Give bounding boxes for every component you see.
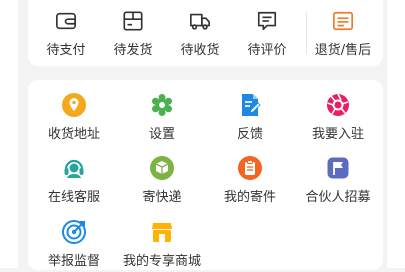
aperture-icon: [327, 93, 349, 116]
service-merchant-join[interactable]: 我要入驻: [294, 93, 382, 145]
services-card: 收货地址 设置 反馈 我要入驻 在线客服 寄快递 我的寄件 合伙人招募 举报监督…: [28, 80, 383, 270]
send-package-icon: [150, 156, 174, 180]
order-label: 待评价: [247, 43, 287, 58]
order-label: 待支付: [46, 43, 86, 58]
order-label: 待收货: [180, 43, 220, 58]
service-send-express[interactable]: 寄快递: [118, 156, 206, 208]
service-label: 设置: [148, 127, 175, 142]
customer-service-icon: [64, 159, 84, 178]
order-pending-review[interactable]: 待评价: [234, 10, 300, 60]
truck-icon: [190, 13, 210, 30]
order-status-card: 待支付 待发货 待收货 待评价 退货/售后: [28, 0, 383, 66]
order-label: 退货/售后: [314, 43, 372, 58]
wallet-icon: [56, 12, 76, 30]
comment-icon: [257, 11, 277, 31]
left-border: [0, 0, 18, 268]
flag-icon: [327, 157, 349, 179]
service-label: 我的寄件: [223, 190, 276, 205]
service-shipping-address[interactable]: 收货地址: [30, 93, 118, 145]
service-partner-recruit[interactable]: 合伙人招募: [294, 156, 382, 208]
clipboard-icon: [238, 156, 262, 180]
package-icon: [123, 11, 143, 31]
service-online-support[interactable]: 在线客服: [30, 156, 118, 208]
refund-icon: [333, 11, 353, 31]
order-pending-shipment[interactable]: 待发货: [100, 10, 166, 60]
service-label: 收货地址: [47, 127, 100, 142]
service-label: 我的专享商城: [122, 254, 201, 269]
service-label: 我要入驻: [311, 127, 364, 142]
order-pending-receipt[interactable]: 待收货: [167, 10, 233, 60]
service-label: 反馈: [236, 127, 263, 142]
right-border: [387, 0, 405, 268]
service-feedback[interactable]: 反馈: [206, 93, 294, 145]
feedback-icon: [242, 94, 261, 116]
service-my-shipments[interactable]: 我的寄件: [206, 156, 294, 208]
service-label: 在线客服: [47, 190, 100, 205]
order-pending-payment[interactable]: 待支付: [33, 10, 99, 60]
order-refund-aftersale[interactable]: 退货/售后: [305, 10, 381, 60]
gear-icon: [152, 94, 172, 116]
target-icon: [62, 220, 86, 244]
service-exclusive-mall[interactable]: 我的专享商城: [118, 220, 206, 272]
service-label: 合伙人招募: [305, 190, 371, 205]
shop-icon: [152, 223, 172, 242]
service-label: 举报监督: [47, 254, 100, 269]
service-settings[interactable]: 设置: [118, 93, 206, 145]
service-label: 寄快递: [142, 190, 182, 205]
location-pin-icon: [62, 93, 86, 117]
service-report-supervision[interactable]: 举报监督: [30, 220, 118, 272]
order-label: 待发货: [113, 43, 153, 58]
